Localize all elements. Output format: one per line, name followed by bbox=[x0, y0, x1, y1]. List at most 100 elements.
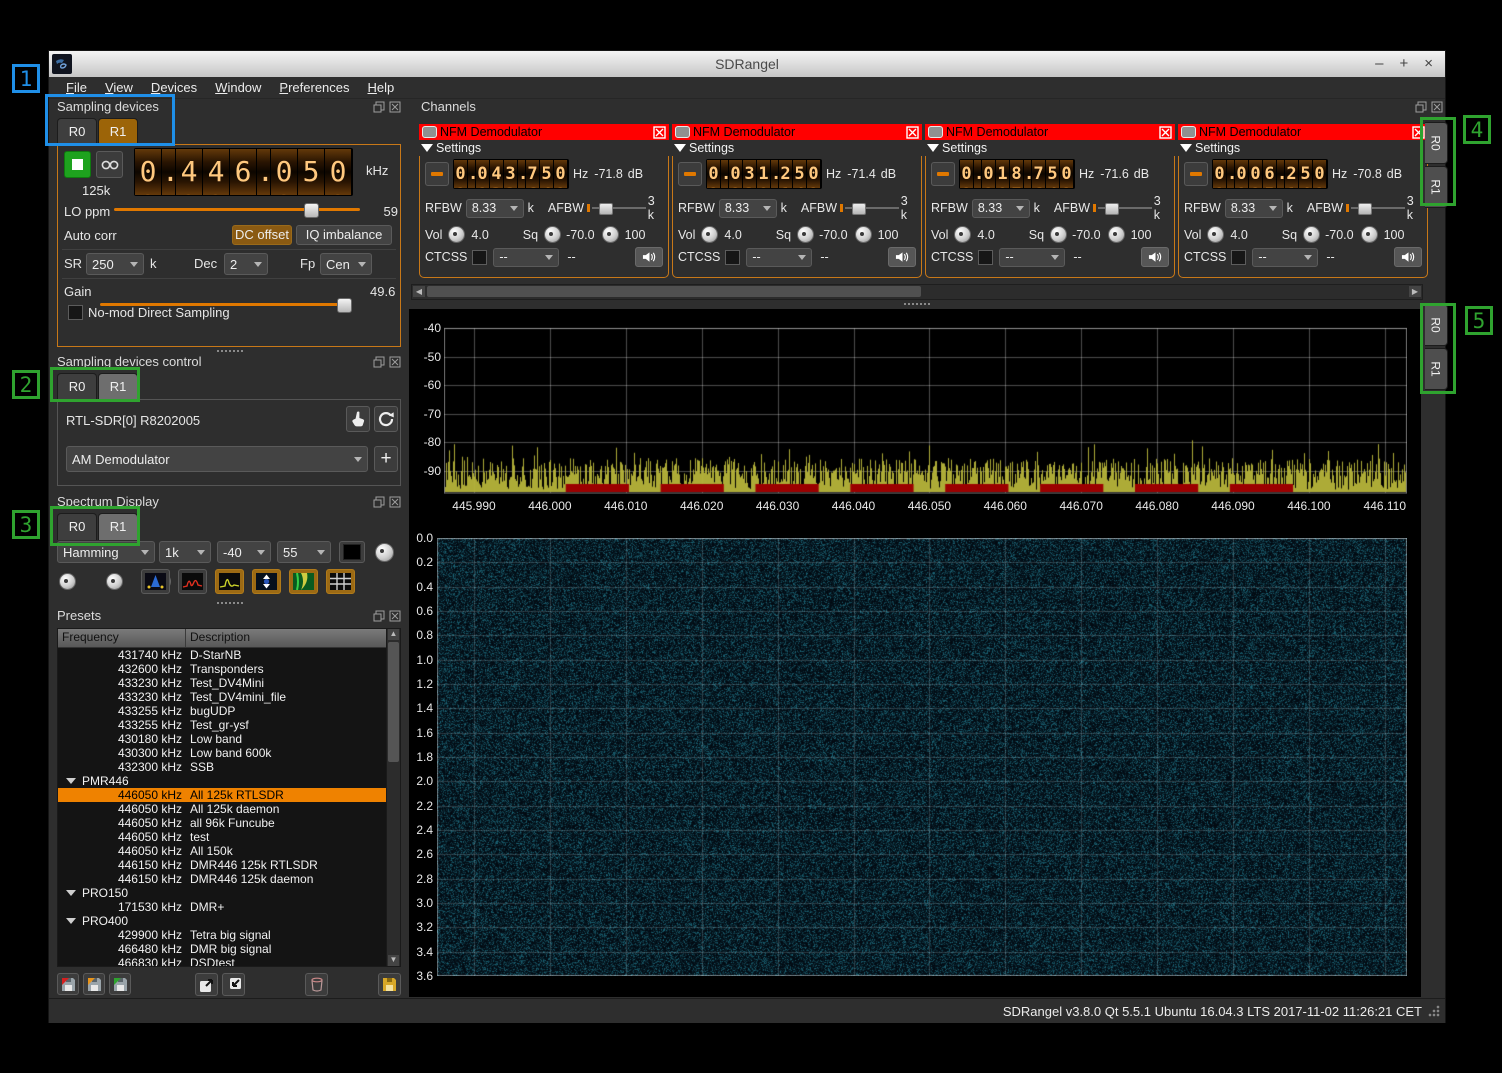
close-icon[interactable] bbox=[1159, 126, 1172, 139]
squelch-knob[interactable] bbox=[544, 226, 561, 243]
channel-title-bar[interactable]: NFM Demodulator bbox=[419, 124, 669, 140]
preset-group-row[interactable]: PMR446 bbox=[58, 774, 400, 788]
preset-row[interactable]: 433230 kHzTest_DV4mini_file bbox=[58, 690, 400, 704]
averaging-knob[interactable] bbox=[375, 543, 394, 562]
refresh-icon[interactable] bbox=[374, 406, 398, 432]
undock-icon[interactable] bbox=[373, 496, 385, 508]
power-range-select[interactable]: 55 bbox=[277, 541, 331, 563]
preset-row[interactable]: 433255 kHzbugUDP bbox=[58, 704, 400, 718]
dc-offset-button[interactable]: DC offset bbox=[232, 225, 292, 245]
squelch-knob[interactable] bbox=[1303, 226, 1320, 243]
channels-scrollbar[interactable]: ◀ ▶ bbox=[411, 284, 1423, 300]
column-header-description[interactable]: Description bbox=[186, 629, 387, 647]
preset-row[interactable]: 430300 kHzLow band 600k bbox=[58, 746, 400, 760]
channel-frequency-dial[interactable]: 109.109432210.321654109 bbox=[706, 159, 822, 189]
preset-row[interactable]: 466830 kHzDSDtest bbox=[58, 956, 400, 967]
device-select-hand-icon[interactable] bbox=[346, 406, 370, 432]
collapse-triangle-icon[interactable] bbox=[66, 918, 76, 924]
frequency-shift-button[interactable] bbox=[678, 162, 702, 186]
add-channel-button[interactable]: + bbox=[374, 446, 398, 472]
channel-settings-toggle[interactable]: Settings bbox=[1178, 140, 1428, 156]
squelch-knob[interactable] bbox=[1050, 226, 1067, 243]
channel-drag-handle[interactable] bbox=[1181, 126, 1196, 138]
preset-row[interactable]: 466480 kHzDMR big signal bbox=[58, 942, 400, 956]
current-trace-icon[interactable] bbox=[178, 569, 207, 594]
preset-row[interactable]: 446050 kHzAll 125k RTLSDR bbox=[58, 788, 400, 802]
undock-icon[interactable] bbox=[373, 101, 385, 113]
scroll-down-arrow[interactable]: ▼ bbox=[388, 955, 399, 966]
ctcss-select[interactable]: -- bbox=[1252, 248, 1318, 267]
audio-mute-button[interactable] bbox=[635, 247, 663, 267]
preset-row[interactable]: 446050 kHzAll 150k bbox=[58, 844, 400, 858]
splitter-handle[interactable] bbox=[904, 303, 930, 305]
ctcss-checkbox[interactable] bbox=[725, 250, 740, 265]
center-frequency-dial[interactable]: 109.543543765.109654109 bbox=[134, 148, 353, 196]
rfbw-select[interactable]: 8.33 bbox=[719, 199, 777, 218]
volume-knob[interactable] bbox=[954, 226, 971, 243]
preset-row[interactable]: 433230 kHzTest_DV4Mini bbox=[58, 676, 400, 690]
rfbw-select[interactable]: 8.33 bbox=[972, 199, 1030, 218]
ref-level-select[interactable]: -40 bbox=[217, 541, 271, 563]
audio-mute-button[interactable] bbox=[888, 247, 916, 267]
volume-knob[interactable] bbox=[1207, 226, 1224, 243]
squelch-gate-knob[interactable] bbox=[602, 226, 619, 243]
close-button[interactable]: × bbox=[1424, 51, 1433, 77]
rfbw-select[interactable]: 8.33 bbox=[466, 199, 524, 218]
presets-scrollbar[interactable]: ▲ ▼ bbox=[386, 629, 400, 966]
start-stop-button[interactable] bbox=[64, 151, 91, 178]
fft-size-select[interactable]: 1k bbox=[159, 541, 211, 563]
squelch-gate-knob[interactable] bbox=[1361, 226, 1378, 243]
grid-icon[interactable] bbox=[326, 569, 355, 594]
sample-rate-select[interactable]: 250 bbox=[86, 253, 144, 275]
folder-icon[interactable] bbox=[378, 973, 401, 996]
fc-position-select[interactable]: Cen bbox=[320, 253, 372, 275]
preset-row[interactable]: 446150 kHzDMR446 125k daemon bbox=[58, 872, 400, 886]
spectrum-line-icon[interactable] bbox=[215, 569, 244, 594]
ctcss-checkbox[interactable] bbox=[1231, 250, 1246, 265]
window-title-bar[interactable]: SDRangel – + × bbox=[49, 51, 1445, 78]
preset-row[interactable]: 429900 kHzTetra big signal bbox=[58, 928, 400, 942]
channel-frequency-dial[interactable]: 109.109109765.321654109 bbox=[1212, 159, 1328, 189]
volume-knob[interactable] bbox=[701, 226, 718, 243]
preset-row[interactable]: 446150 kHzDMR446 125k RTLSDR bbox=[58, 858, 400, 872]
invert-waterfall-icon[interactable] bbox=[252, 569, 281, 594]
channel-title-bar[interactable]: NFM Demodulator bbox=[925, 124, 1175, 140]
channel-frequency-dial[interactable]: 109.109543432.876654109 bbox=[453, 159, 569, 189]
afbw-slider[interactable] bbox=[1093, 201, 1152, 215]
preset-row[interactable]: 433255 kHzTest_gr-ysf bbox=[58, 718, 400, 732]
close-icon[interactable] bbox=[389, 496, 401, 508]
channel-drag-handle[interactable] bbox=[928, 126, 943, 138]
no-mod-checkbox[interactable] bbox=[68, 305, 83, 320]
resize-grip[interactable] bbox=[1428, 1005, 1441, 1018]
scroll-left-arrow[interactable]: ◀ bbox=[413, 286, 425, 297]
scroll-up-arrow[interactable]: ▲ bbox=[388, 629, 399, 640]
maximize-button[interactable]: + bbox=[1399, 51, 1408, 77]
preset-row[interactable]: 431740 kHzD-StarNB bbox=[58, 648, 400, 662]
close-icon[interactable] bbox=[389, 356, 401, 368]
channel-title-bar[interactable]: NFM Demodulator bbox=[1178, 124, 1428, 140]
close-icon[interactable] bbox=[653, 126, 666, 139]
collapse-triangle-icon[interactable] bbox=[66, 890, 76, 896]
close-icon[interactable] bbox=[389, 101, 401, 113]
splitter-handle[interactable] bbox=[217, 350, 243, 352]
presets-table[interactable]: Frequency Description 431740 kHzD-StarNB… bbox=[57, 628, 401, 967]
lo-ppm-slider[interactable] bbox=[114, 202, 360, 217]
ctcss-checkbox[interactable] bbox=[472, 250, 487, 265]
column-header-frequency[interactable]: Frequency bbox=[58, 629, 186, 647]
volume-knob[interactable] bbox=[448, 226, 465, 243]
minimize-button[interactable]: – bbox=[1375, 51, 1383, 77]
menu-item-help[interactable]: Help bbox=[359, 78, 404, 97]
preset-row[interactable]: 432300 kHzSSB bbox=[58, 760, 400, 774]
channel-drag-handle[interactable] bbox=[422, 126, 437, 138]
afbw-slider[interactable] bbox=[840, 201, 899, 215]
record-button[interactable] bbox=[96, 151, 123, 178]
rfbw-select[interactable]: 8.33 bbox=[1225, 199, 1283, 218]
collapse-triangle-icon[interactable] bbox=[66, 778, 76, 784]
preset-group-row[interactable]: PRO150 bbox=[58, 886, 400, 900]
knob-2[interactable] bbox=[106, 573, 123, 590]
ctcss-select[interactable]: -- bbox=[999, 248, 1065, 267]
diskette-orange-icon[interactable] bbox=[83, 973, 105, 995]
preset-row[interactable]: 446050 kHzall 96k Funcube bbox=[58, 816, 400, 830]
diskette-red-icon[interactable] bbox=[57, 973, 79, 995]
channel-frequency-dial[interactable]: 109.109210987.876654109 bbox=[959, 159, 1075, 189]
